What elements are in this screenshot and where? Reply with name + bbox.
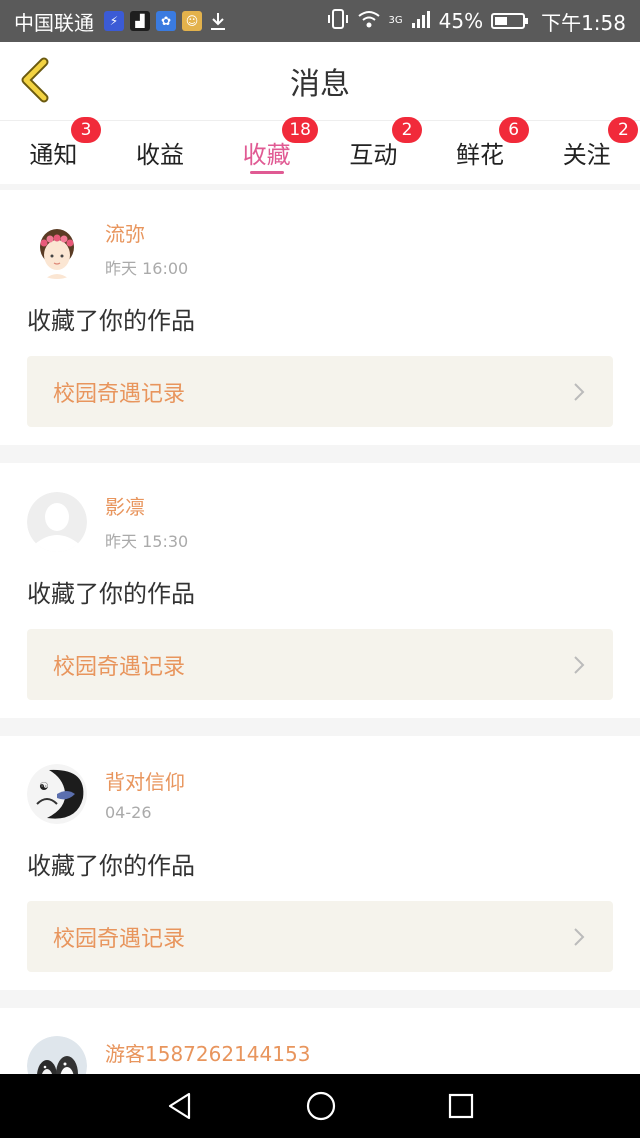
favorites-feed[interactable]: 流弥 昨天 16:00 收藏了你的作品 校园奇遇记录 影凛 昨天 15:30 收…: [0, 190, 640, 1074]
battery-level-fill: [495, 17, 508, 25]
default-avatar: [27, 491, 87, 552]
avatar[interactable]: [27, 491, 87, 552]
username[interactable]: 影凛: [105, 491, 188, 520]
download-icon: [208, 11, 228, 31]
penguin-avatar: [27, 1036, 87, 1074]
username[interactable]: 游客1587262144153: [105, 1038, 310, 1067]
tab-label: 收益: [136, 141, 184, 169]
tab-notifications[interactable]: 通知 3: [0, 117, 107, 184]
tab-label: 互动: [349, 141, 398, 169]
action-text: 收藏了你的作品: [27, 307, 195, 335]
tab-label: 通知: [29, 141, 78, 169]
work-title: 校园奇遇记录: [53, 654, 186, 680]
avatar[interactable]: [27, 218, 87, 279]
tab-following[interactable]: 关注 2: [533, 117, 640, 184]
tab-bar: 通知 3 收益 收藏 18 互动 2 鲜花 6 关注 2: [0, 117, 640, 184]
tab-interactions[interactable]: 互动 2: [320, 117, 427, 184]
nav-home-circle-icon[interactable]: [305, 1090, 337, 1122]
chevron-right-icon: [574, 927, 585, 946]
tab-label: 鲜花: [456, 141, 505, 169]
status-bar: 中国联通 ⚡ ▟ ✿ ☺ 3G 45% 下午1:58: [0, 0, 640, 42]
character-app-icon: ☺: [182, 11, 202, 31]
work-link[interactable]: 校园奇遇记录: [27, 629, 613, 700]
username[interactable]: 背对信仰: [105, 766, 185, 795]
action-text: 收藏了你的作品: [27, 852, 195, 880]
chevron-left-icon: [21, 57, 49, 103]
work-title: 校园奇遇记录: [53, 926, 186, 952]
tab-flowers[interactable]: 鲜花 6: [427, 117, 534, 184]
battery-icon: [491, 13, 529, 29]
tab-label: 收藏: [242, 141, 291, 169]
active-tab-indicator: [249, 171, 284, 174]
system-nav-bar: [0, 1074, 640, 1138]
timestamp: 04-26: [105, 803, 152, 822]
signal-icon: [411, 9, 431, 34]
tab-badge: 6: [498, 117, 529, 143]
tab-badge: 2: [392, 117, 423, 143]
work-link[interactable]: 校园奇遇记录: [27, 901, 613, 972]
username[interactable]: 流弥: [105, 218, 188, 247]
tab-earnings[interactable]: 收益: [107, 121, 214, 184]
avatar[interactable]: ☯: [27, 764, 87, 824]
list-item: 影凛 昨天 15:30 收藏了你的作品 校园奇遇记录: [0, 463, 640, 718]
nav-back-triangle-icon[interactable]: [165, 1091, 195, 1121]
ink-painting-avatar: ☯: [27, 764, 87, 824]
network-type-label: 3G: [388, 14, 403, 26]
avatar[interactable]: [27, 1036, 87, 1074]
list-item: ☯ 背对信仰 04-26 收藏了你的作品 校园奇遇记录: [0, 736, 640, 990]
girl-flower-crown-avatar: [27, 218, 87, 279]
timestamp: 昨天 16:00: [105, 259, 189, 278]
bolt-app-icon: ⚡: [104, 11, 124, 31]
list-item: 流弥 昨天 16:00 收藏了你的作品 校园奇遇记录: [0, 190, 640, 445]
back-button[interactable]: [14, 56, 62, 104]
wifi-icon: [357, 9, 381, 34]
monitor-app-icon: ▟: [130, 11, 150, 31]
tab-label: 关注: [562, 141, 611, 169]
nav-recents-square-icon[interactable]: [447, 1092, 475, 1120]
page-title: 消息: [290, 67, 350, 102]
tab-favorites[interactable]: 收藏 18: [213, 117, 320, 184]
chevron-right-icon: [574, 655, 585, 674]
svg-text:☯: ☯: [39, 780, 49, 793]
action-text: 收藏了你的作品: [27, 580, 195, 608]
battery-percent: 45%: [438, 9, 484, 33]
tab-badge: 2: [608, 117, 639, 143]
timestamp: 昨天 15:30: [105, 532, 189, 551]
tab-badge: 3: [71, 117, 101, 143]
paw-app-icon: ✿: [156, 11, 176, 31]
vibrate-icon: [327, 8, 349, 35]
chevron-right-icon: [574, 382, 585, 401]
tab-badge: 18: [282, 117, 318, 143]
work-title: 校园奇遇记录: [53, 381, 186, 407]
header: 消息: [0, 42, 640, 120]
carrier-label: 中国联通: [14, 10, 94, 35]
clock: 下午1:58: [541, 10, 626, 35]
work-link[interactable]: 校园奇遇记录: [27, 356, 613, 427]
list-item: 游客1587262144153 04-26: [0, 1008, 640, 1074]
